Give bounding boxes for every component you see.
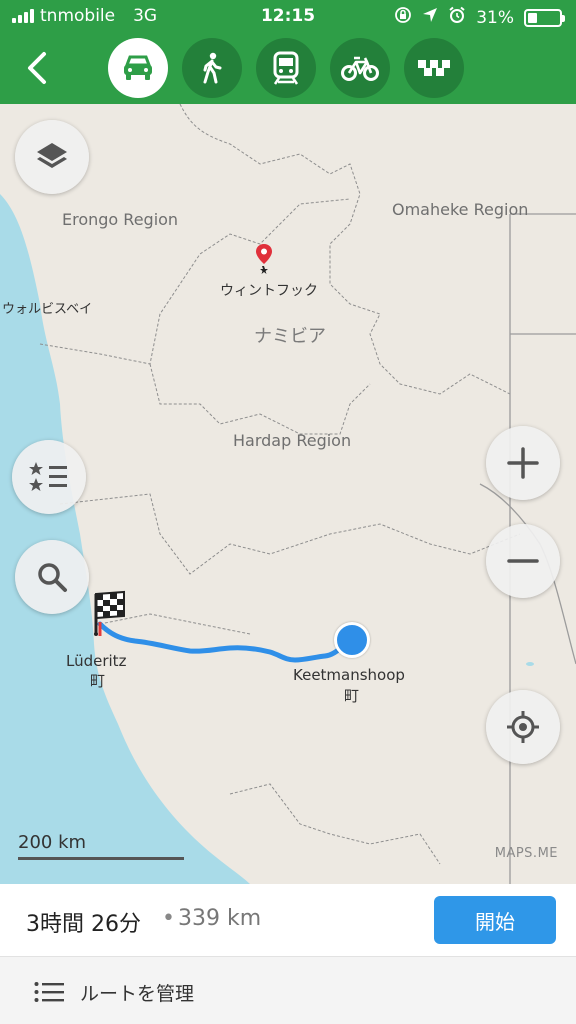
crosshair-icon: [507, 711, 539, 743]
layers-icon: [37, 143, 67, 168]
route-distance: 339 km: [178, 906, 262, 931]
pedestrian-icon: [203, 52, 222, 84]
search-icon: [38, 563, 67, 592]
summary-separator: •: [162, 906, 175, 931]
mode-train-button[interactable]: [256, 38, 316, 98]
finish-flag-icon[interactable]: [82, 590, 126, 640]
region-label-hardap: Hardap Region: [233, 431, 352, 450]
car-icon: [124, 55, 152, 80]
scale-label: 200 km: [18, 832, 87, 853]
mode-bicycle-button[interactable]: [330, 38, 390, 98]
bicycle-icon: [341, 56, 379, 81]
battery-level: [528, 12, 537, 23]
city-label-walvis-bay: ウォルビスベイ: [2, 302, 93, 317]
search-button[interactable]: [15, 540, 89, 614]
current-location-marker[interactable]: [334, 622, 370, 658]
top-bar: tnmobile 3G 12:15 31%: [0, 0, 576, 104]
transport-mode-selector: [108, 38, 464, 98]
mode-taxi-button[interactable]: [404, 38, 464, 98]
plus-icon: [507, 447, 539, 479]
battery-icon: [524, 8, 565, 27]
list-icon: [34, 981, 64, 1007]
zoom-out-button[interactable]: [486, 524, 560, 598]
bookmarks-list-icon: [29, 462, 67, 491]
scale-bar: 200 km: [18, 832, 184, 860]
bookmarks-button[interactable]: [12, 440, 86, 514]
back-button[interactable]: [20, 50, 56, 86]
zoom-in-button[interactable]: [486, 426, 560, 500]
status-bar: tnmobile 3G 12:15 31%: [0, 0, 576, 34]
origin-type-label: 町: [344, 687, 360, 705]
destination-label: Lüderitz: [66, 652, 127, 670]
my-location-button[interactable]: [486, 690, 560, 764]
map-attribution: MAPS.ME: [494, 846, 558, 861]
start-navigation-button[interactable]: 開始: [434, 896, 556, 944]
origin-label: Keetmanshoop: [293, 666, 405, 684]
route-line: [97, 621, 355, 663]
destination-type-label: 町: [90, 672, 106, 690]
battery-percent: 31%: [476, 7, 514, 28]
minus-icon: [507, 559, 539, 563]
mode-pedestrian-button[interactable]: [182, 38, 242, 98]
layers-button[interactable]: [15, 120, 89, 194]
region-label-omaheke: Omaheke Region: [392, 200, 529, 219]
taxi-icon: [418, 60, 450, 76]
chevron-left-icon: [28, 52, 46, 84]
mode-car-button[interactable]: [108, 38, 168, 98]
city-label-windhoek: ウィントフック: [220, 283, 318, 299]
country-label: ナミビア: [254, 326, 326, 347]
location-arrow-icon: [422, 7, 438, 28]
rotation-lock-icon: [394, 6, 412, 29]
alarm-icon: [448, 6, 466, 29]
map-view[interactable]: Erongo Region Omaheke Region Hardap Regi…: [0, 104, 576, 884]
capital-pin-icon[interactable]: [254, 242, 274, 280]
region-label-erongo: Erongo Region: [62, 210, 179, 229]
manage-route-label: ルートを管理: [80, 983, 195, 1005]
train-icon: [273, 51, 299, 85]
route-duration: 3時間 26分: [26, 912, 141, 937]
scale-line: [18, 857, 184, 860]
manage-route-button[interactable]: ルートを管理: [0, 956, 576, 1024]
